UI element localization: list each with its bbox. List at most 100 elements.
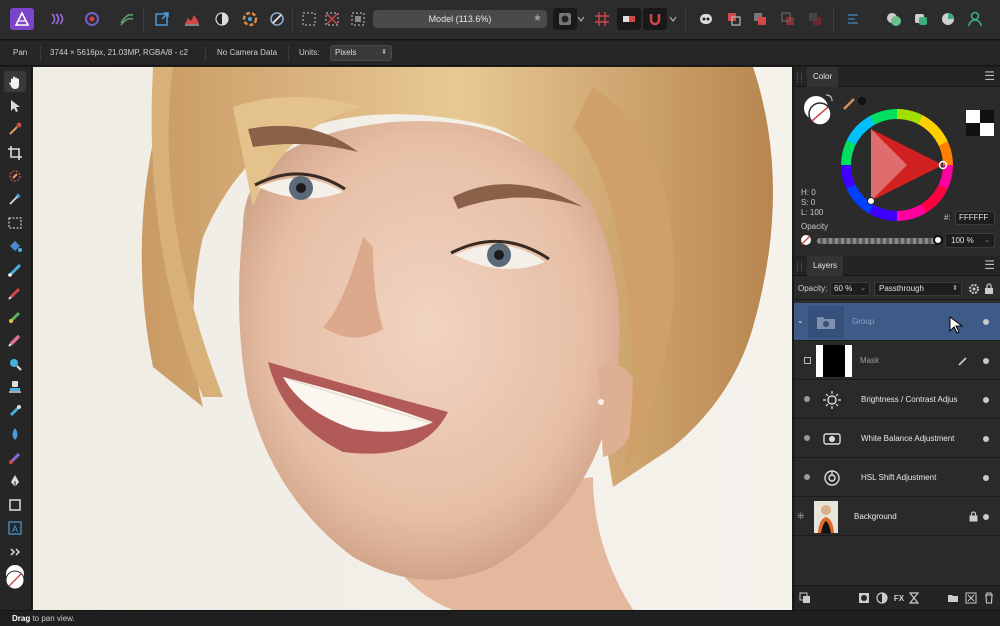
selection-mode-icon[interactable] xyxy=(297,8,321,30)
layers-panel-tab[interactable]: Layers xyxy=(807,256,844,276)
layer-checkbox[interactable] xyxy=(804,435,810,441)
robot-assistant-icon[interactable] xyxy=(694,8,718,30)
liquify-persona-icon[interactable] xyxy=(45,8,69,30)
layer-visibility-toggle[interactable] xyxy=(983,319,989,325)
deselect-icon[interactable] xyxy=(320,8,344,30)
invert-selection-icon[interactable] xyxy=(346,8,370,30)
user-account-icon[interactable] xyxy=(963,8,987,30)
erase-brush-tool-icon[interactable] xyxy=(4,329,26,350)
snapping-icon[interactable] xyxy=(643,8,667,30)
paint-brush-tool-icon[interactable] xyxy=(4,282,26,303)
color-wheel[interactable] xyxy=(837,107,957,223)
live-filter-fx-icon[interactable]: FX xyxy=(892,591,906,605)
smudge-brush-tool-icon[interactable] xyxy=(4,447,26,468)
affinity-photo-logo[interactable] xyxy=(10,8,34,30)
layer-visibility-toggle[interactable] xyxy=(983,436,989,442)
quick-mask-icon[interactable] xyxy=(553,8,577,30)
hand-tool-icon[interactable] xyxy=(4,71,26,92)
add-mask-icon[interactable] xyxy=(857,591,871,605)
flood-select-tool-icon[interactable] xyxy=(4,188,26,209)
selection-brush-tool-icon[interactable] xyxy=(4,165,26,186)
layer-checkbox[interactable] xyxy=(804,357,811,364)
artistic-text-tool-icon[interactable]: A xyxy=(4,517,26,538)
crop-tool-icon[interactable] xyxy=(4,142,26,163)
document-canvas[interactable] xyxy=(33,67,792,610)
layer-visibility-toggle[interactable] xyxy=(983,475,989,481)
gradient-tool-icon[interactable] xyxy=(4,259,26,280)
add-group-icon[interactable] xyxy=(946,591,960,605)
add-pixel-layer-icon[interactable] xyxy=(964,591,978,605)
lock-icon[interactable] xyxy=(969,511,978,522)
chevron-down-icon[interactable]: ⌄ xyxy=(797,316,804,325)
layer-opacity-input[interactable]: 60 % ⌄ xyxy=(830,282,870,296)
clone-brush-tool-icon[interactable] xyxy=(4,376,26,397)
layer-visibility-toggle[interactable] xyxy=(983,358,989,364)
move-to-front-icon[interactable] xyxy=(722,8,746,30)
layer-row-white-balance[interactable]: White Balance Adjustment xyxy=(794,420,1000,458)
layer-blend-ranges-icon[interactable] xyxy=(798,591,812,605)
hex-input[interactable]: FFFFFF xyxy=(955,211,995,225)
layer-row-mask[interactable]: Mask xyxy=(794,342,1000,380)
panel-grip-icon[interactable] xyxy=(797,262,802,271)
histogram-icon[interactable] xyxy=(180,8,204,30)
move-tool-icon[interactable] xyxy=(4,95,26,116)
layer-visibility-toggle[interactable] xyxy=(983,397,989,403)
studio-adjustments-icon[interactable] xyxy=(909,8,933,30)
snapping-dropdown-icon[interactable] xyxy=(668,8,678,30)
studio-color-icon[interactable] xyxy=(936,8,960,30)
black-white-swatch[interactable] xyxy=(966,110,994,136)
layer-row-hsl-shift[interactable]: HSL Shift Adjustment xyxy=(794,459,1000,497)
move-forward-icon[interactable] xyxy=(748,8,772,30)
live-filter-icon[interactable] xyxy=(907,591,921,605)
star-icon[interactable]: ★ xyxy=(533,10,542,28)
layer-row-group[interactable]: ⌄ Group xyxy=(794,303,1000,341)
move-to-back-icon[interactable] xyxy=(803,8,827,30)
more-tools-icon[interactable] xyxy=(4,541,26,562)
auto-levels-icon[interactable] xyxy=(210,8,234,30)
pixel-tool-icon[interactable] xyxy=(4,306,26,327)
adjustment-icon[interactable] xyxy=(875,591,889,605)
brush-icon[interactable] xyxy=(958,356,968,366)
color-opacity-slider-handle[interactable] xyxy=(933,235,943,245)
dodge-tool-icon[interactable] xyxy=(4,353,26,374)
color-opacity-value[interactable]: 100 % ⌄ xyxy=(945,233,995,248)
panel-grip-icon[interactable] xyxy=(797,73,802,82)
develop-persona-icon[interactable] xyxy=(80,8,104,30)
layer-row-background[interactable]: ⁜ Background xyxy=(794,498,1000,536)
move-back-icon[interactable] xyxy=(776,8,800,30)
blend-mode-select[interactable]: Passthrough ⬍ xyxy=(874,282,962,296)
panel-menu-icon[interactable]: ☰ xyxy=(984,259,995,271)
color-panel-tab[interactable]: Color xyxy=(807,67,839,87)
studio-layers-icon[interactable] xyxy=(882,8,906,30)
tone-mapping-persona-icon[interactable] xyxy=(115,8,139,30)
gear-icon[interactable] xyxy=(968,283,980,295)
refine-selection-icon[interactable] xyxy=(590,8,614,30)
layer-checkbox[interactable] xyxy=(804,396,810,402)
marquee-tool-icon[interactable] xyxy=(4,212,26,233)
blemish-removal-tool-icon[interactable] xyxy=(4,400,26,421)
pen-tool-icon[interactable] xyxy=(4,470,26,491)
quick-mask-dropdown-icon[interactable] xyxy=(576,8,586,30)
assistant-icon[interactable] xyxy=(617,8,641,30)
rectangle-tool-icon[interactable] xyxy=(4,494,26,515)
layer-visibility-toggle[interactable] xyxy=(983,514,989,520)
blur-brush-tool-icon[interactable] xyxy=(4,423,26,444)
color-picker-tool-icon[interactable] xyxy=(4,118,26,139)
layers-panel-header: Layers ☰ xyxy=(794,256,1000,276)
units-select[interactable]: Pixels ⬍ xyxy=(330,45,392,61)
layer-row-brightness-contrast[interactable]: Brightness / Contrast Adjus xyxy=(794,381,1000,419)
document-title[interactable]: Model (113.6%) ★ xyxy=(373,10,547,28)
align-icon[interactable] xyxy=(841,8,865,30)
delete-layer-icon[interactable] xyxy=(982,591,996,605)
export-persona-icon[interactable] xyxy=(150,8,174,30)
primary-secondary-color-swatch[interactable] xyxy=(2,563,28,595)
panel-menu-icon[interactable]: ☰ xyxy=(984,70,995,82)
layer-checkbox[interactable] xyxy=(804,474,810,480)
drag-handle-icon[interactable]: ⁜ xyxy=(797,511,805,522)
no-color-icon[interactable] xyxy=(800,234,812,246)
lock-icon[interactable] xyxy=(984,283,994,295)
color-opacity-slider[interactable] xyxy=(817,238,937,244)
auto-white-balance-icon[interactable] xyxy=(265,8,289,30)
auto-color-icon[interactable] xyxy=(238,8,262,30)
flood-fill-tool-icon[interactable] xyxy=(4,235,26,256)
